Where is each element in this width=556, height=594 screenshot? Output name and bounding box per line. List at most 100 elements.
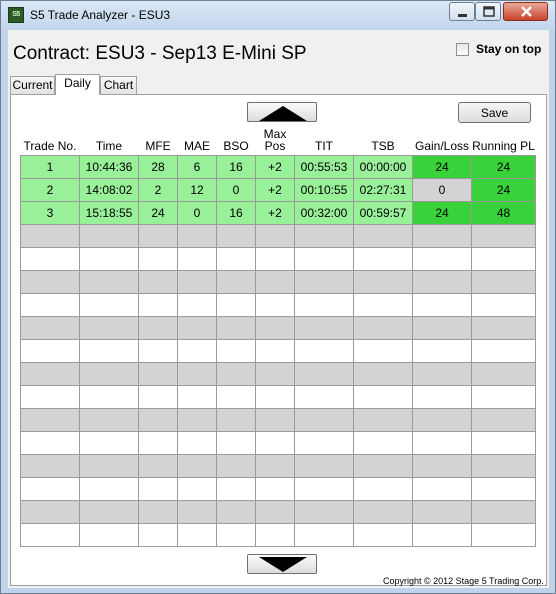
table-cell[interactable]	[412, 362, 472, 386]
table-cell[interactable]	[294, 224, 354, 248]
table-cell[interactable]	[177, 385, 217, 409]
table-cell[interactable]	[177, 293, 217, 317]
table-cell[interactable]	[216, 477, 256, 501]
table-cell[interactable]	[471, 270, 536, 294]
table-cell[interactable]	[20, 454, 80, 478]
table-cell[interactable]	[294, 270, 354, 294]
table-cell[interactable]	[20, 362, 80, 386]
table-cell[interactable]	[138, 454, 178, 478]
table-cell[interactable]	[138, 224, 178, 248]
table-cell[interactable]	[353, 224, 413, 248]
table-cell[interactable]	[177, 362, 217, 386]
stay-on-top-checkbox[interactable]	[456, 42, 469, 56]
table-cell[interactable]	[138, 523, 178, 547]
table-cell[interactable]	[138, 247, 178, 271]
table-cell[interactable]	[471, 293, 536, 317]
table-cell[interactable]	[255, 431, 295, 455]
table-cell[interactable]: 16	[216, 155, 256, 179]
empty-table-row[interactable]	[20, 339, 536, 363]
table-cell[interactable]	[471, 408, 536, 432]
empty-table-row[interactable]	[20, 247, 536, 271]
table-cell[interactable]	[255, 385, 295, 409]
table-cell[interactable]	[294, 454, 354, 478]
table-cell[interactable]: 3	[20, 201, 80, 225]
table-cell[interactable]	[79, 339, 139, 363]
table-cell[interactable]	[177, 408, 217, 432]
table-cell[interactable]: +2	[255, 201, 295, 225]
tab-daily[interactable]: Daily	[55, 74, 100, 95]
table-cell[interactable]	[255, 523, 295, 547]
table-cell[interactable]	[353, 523, 413, 547]
table-cell[interactable]: 16	[216, 201, 256, 225]
table-cell[interactable]	[471, 477, 536, 501]
table-cell[interactable]	[177, 339, 217, 363]
table-cell[interactable]: 0	[177, 201, 217, 225]
table-cell[interactable]	[138, 500, 178, 524]
table-cell[interactable]: 12	[177, 178, 217, 202]
save-button[interactable]: Save	[458, 102, 531, 123]
table-cell[interactable]	[138, 431, 178, 455]
table-cell[interactable]	[216, 270, 256, 294]
table-cell[interactable]	[216, 385, 256, 409]
empty-table-row[interactable]	[20, 431, 536, 455]
table-cell[interactable]	[353, 408, 413, 432]
table-cell[interactable]	[294, 477, 354, 501]
table-cell[interactable]	[412, 477, 472, 501]
table-cell[interactable]	[412, 224, 472, 248]
table-cell[interactable]	[216, 408, 256, 432]
table-cell[interactable]	[471, 224, 536, 248]
empty-table-row[interactable]	[20, 224, 536, 248]
table-cell[interactable]	[79, 316, 139, 340]
table-cell[interactable]	[471, 500, 536, 524]
table-cell[interactable]: 0	[412, 178, 472, 202]
table-cell[interactable]	[20, 270, 80, 294]
table-cell[interactable]	[294, 316, 354, 340]
table-cell[interactable]	[471, 431, 536, 455]
table-cell[interactable]	[412, 339, 472, 363]
table-cell[interactable]	[177, 270, 217, 294]
table-cell[interactable]	[255, 454, 295, 478]
table-cell[interactable]	[255, 477, 295, 501]
table-cell[interactable]: 00:59:57	[353, 201, 413, 225]
table-cell[interactable]	[138, 293, 178, 317]
table-cell[interactable]	[353, 431, 413, 455]
empty-table-row[interactable]	[20, 408, 536, 432]
table-cell[interactable]	[353, 500, 413, 524]
table-cell[interactable]	[412, 408, 472, 432]
table-cell[interactable]: 15:18:55	[79, 201, 139, 225]
table-cell[interactable]	[353, 293, 413, 317]
minimize-button[interactable]	[449, 2, 475, 21]
table-cell[interactable]	[294, 247, 354, 271]
table-cell[interactable]	[294, 523, 354, 547]
table-cell[interactable]	[471, 247, 536, 271]
table-cell[interactable]	[177, 523, 217, 547]
table-cell[interactable]	[20, 247, 80, 271]
table-cell[interactable]: 24	[412, 155, 472, 179]
table-cell[interactable]	[412, 270, 472, 294]
table-cell[interactable]	[79, 362, 139, 386]
table-cell[interactable]	[294, 408, 354, 432]
table-cell[interactable]	[353, 477, 413, 501]
empty-table-row[interactable]	[20, 385, 536, 409]
table-cell[interactable]	[177, 500, 217, 524]
table-cell[interactable]	[412, 431, 472, 455]
table-cell[interactable]	[138, 270, 178, 294]
table-cell[interactable]	[471, 362, 536, 386]
table-cell[interactable]	[138, 316, 178, 340]
stay-on-top-label[interactable]: Stay on top	[476, 42, 541, 56]
table-cell[interactable]: +2	[255, 178, 295, 202]
table-cell[interactable]	[294, 293, 354, 317]
table-cell[interactable]	[177, 247, 217, 271]
table-cell[interactable]	[255, 293, 295, 317]
table-cell[interactable]	[471, 339, 536, 363]
table-cell[interactable]: 48	[471, 201, 536, 225]
table-cell[interactable]	[294, 362, 354, 386]
table-cell[interactable]	[79, 408, 139, 432]
table-cell[interactable]	[216, 247, 256, 271]
scroll-up-button[interactable]	[247, 102, 317, 122]
table-cell[interactable]: 00:10:55	[294, 178, 354, 202]
table-cell[interactable]	[216, 224, 256, 248]
maximize-button[interactable]	[475, 2, 501, 21]
table-cell[interactable]	[471, 523, 536, 547]
table-cell[interactable]	[412, 523, 472, 547]
